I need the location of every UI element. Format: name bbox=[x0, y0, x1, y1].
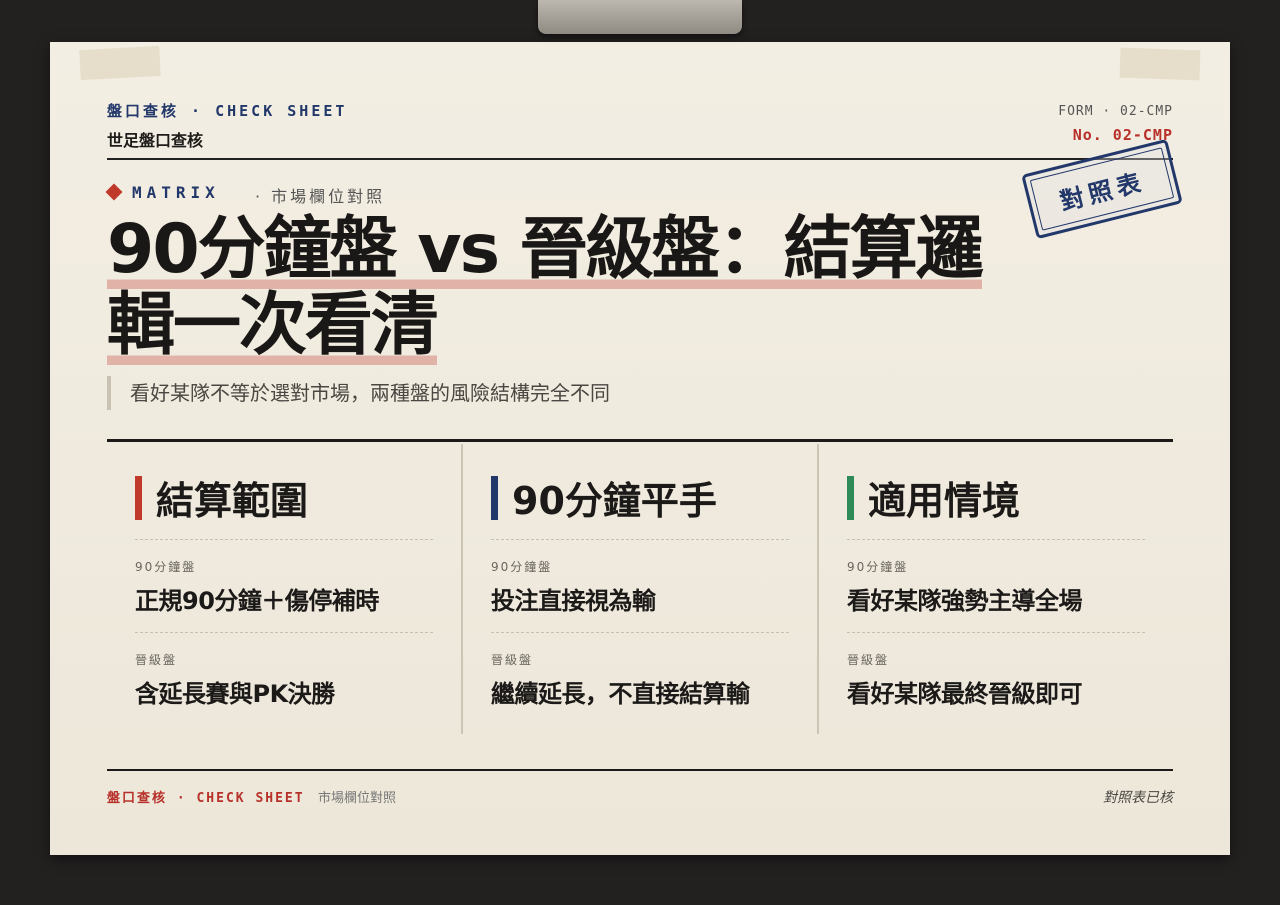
accent-bar bbox=[491, 475, 498, 520]
column-title: 90分鐘平手 bbox=[512, 479, 717, 523]
column-header: 適用情境 bbox=[847, 470, 1020, 525]
row-divider bbox=[491, 539, 789, 540]
row-label: 90分鐘盤 bbox=[491, 560, 553, 574]
column-title: 適用情境 bbox=[868, 479, 1021, 523]
row-divider bbox=[847, 539, 1145, 540]
footer-tag: 盤口查核 · CHECK SHEET bbox=[107, 791, 305, 806]
column-title: 結算範圍 bbox=[156, 479, 309, 523]
section-sublabel: · 市場欄位對照 bbox=[255, 187, 386, 206]
form-id: FORM · 02-CMP bbox=[1058, 104, 1173, 119]
accent-bar bbox=[135, 475, 142, 520]
row-value: 繼續延長，不直接結算輸 bbox=[491, 680, 750, 708]
title-line-2: 輯一次看清 bbox=[107, 286, 439, 365]
title-line-1: 90分鐘盤 vs 晉級盤：結算邏 bbox=[107, 210, 984, 289]
row-label: 晉級盤 bbox=[847, 653, 890, 667]
page-title: 90分鐘盤 vs 晉級盤：結算邏 輯一次看清 bbox=[107, 210, 987, 365]
row-value: 投注直接視為輸 bbox=[491, 587, 656, 615]
column-header: 90分鐘平手 bbox=[491, 470, 717, 525]
diamond-icon bbox=[105, 183, 123, 201]
footer-divider bbox=[107, 769, 1173, 771]
clipboard-clip bbox=[538, 0, 742, 34]
column-divider bbox=[461, 444, 463, 734]
stamp: 對照表 bbox=[1021, 138, 1183, 240]
tape-left bbox=[79, 45, 161, 81]
row-label: 晉級盤 bbox=[135, 653, 178, 667]
footer-sublabel: 市場欄位對照 bbox=[318, 791, 397, 806]
column-divider bbox=[817, 444, 819, 734]
row-divider bbox=[135, 539, 433, 540]
row-value: 正規90分鐘＋傷停補時 bbox=[135, 587, 379, 615]
accent-bar bbox=[847, 475, 854, 520]
page-subtitle: 看好某隊不等於選對市場，兩種盤的風險結構完全不同 bbox=[107, 376, 610, 410]
header-subtitle: 世足盤口查核 bbox=[107, 131, 204, 150]
row-divider bbox=[491, 632, 789, 633]
row-value: 含延長賽與PK決勝 bbox=[135, 680, 335, 708]
row-divider bbox=[847, 632, 1145, 633]
header-tag: 盤口查核 · CHECK SHEET bbox=[107, 102, 348, 120]
row-value: 看好某隊最終晉級即可 bbox=[847, 680, 1083, 708]
footer-verified-note: 對照表已核 bbox=[1103, 790, 1173, 806]
tape-right bbox=[1119, 47, 1201, 81]
column-header: 結算範圍 bbox=[135, 470, 308, 525]
table-top-divider bbox=[107, 439, 1173, 442]
section-label: MATRIX bbox=[132, 183, 220, 202]
check-sheet: 盤口查核 · CHECK SHEET 世足盤口查核 FORM · 02-CMP … bbox=[50, 42, 1230, 855]
row-label: 晉級盤 bbox=[491, 653, 534, 667]
row-label: 90分鐘盤 bbox=[135, 560, 197, 574]
header-divider bbox=[107, 158, 1173, 160]
row-divider bbox=[135, 632, 433, 633]
row-label: 90分鐘盤 bbox=[847, 560, 909, 574]
row-value: 看好某隊強勢主導全場 bbox=[847, 587, 1083, 615]
